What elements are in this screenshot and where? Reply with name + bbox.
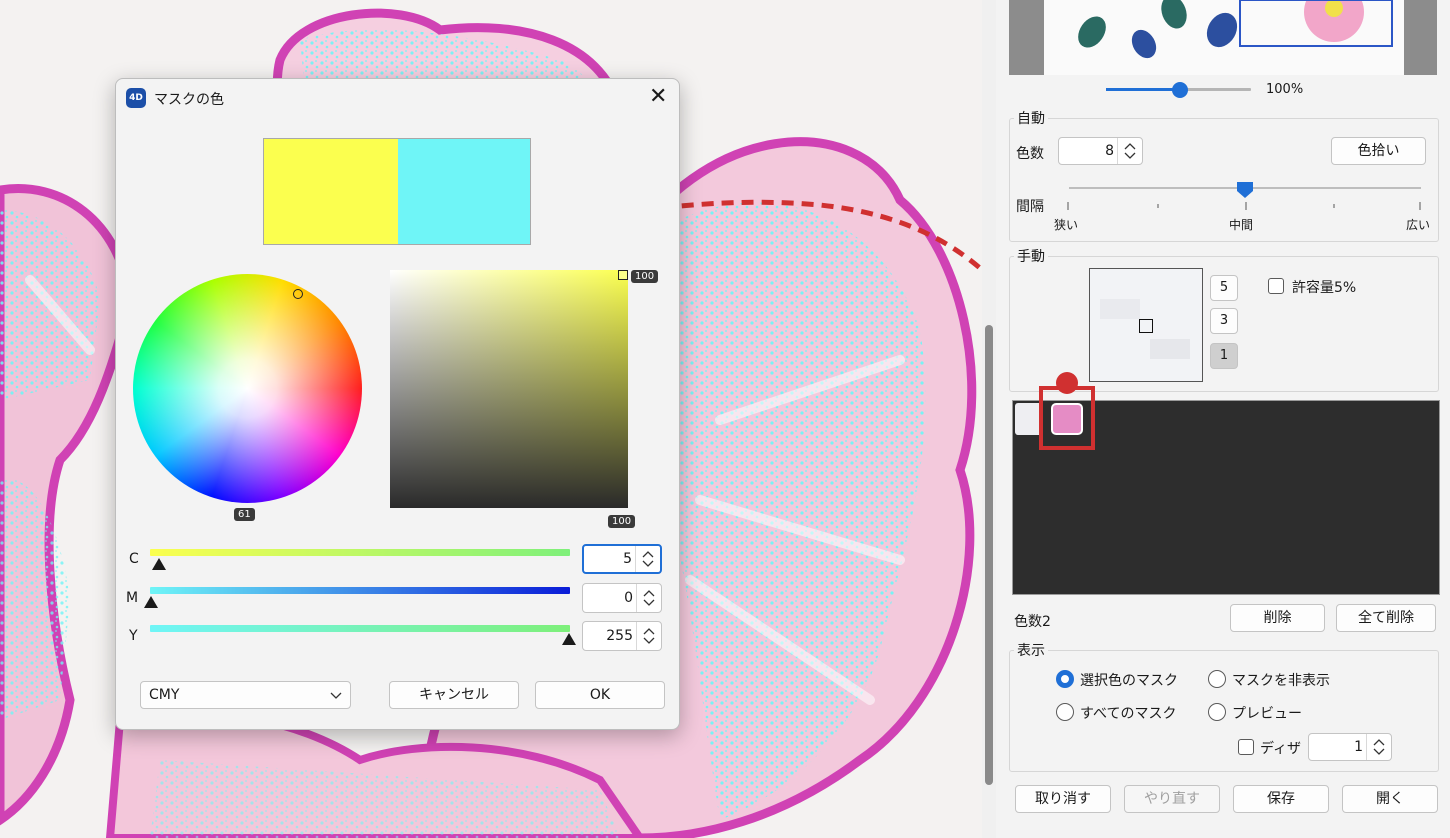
interval-tick-middle: 中間 [1229, 218, 1254, 232]
interval-tick-wide: 広い [1406, 218, 1431, 232]
radio-selected-mask-label: 選択色のマスク [1080, 673, 1178, 689]
radio-all-masks-label: すべてのマスク [1080, 706, 1177, 722]
sv-value-top-tag: 100 [631, 270, 659, 283]
y-value-stepper[interactable]: 255 [582, 621, 662, 651]
radio-all-masks[interactable] [1056, 703, 1074, 721]
display-group-title: 表示 [1014, 640, 1048, 660]
undo-button[interactable]: 取り消す [1015, 785, 1111, 813]
color-mode-select[interactable]: CMY [140, 681, 351, 709]
color-count-label: 色数 [1016, 146, 1044, 162]
preview-leaf-icons [1078, 0, 1393, 59]
sv-square-handle[interactable] [618, 270, 628, 280]
dither-label: ディザ [1260, 741, 1302, 757]
swatch-highlight-box [1039, 386, 1095, 450]
interval-label: 間隔 [1016, 199, 1044, 215]
zoom-value: 100% [1266, 82, 1304, 97]
zoom-slider-thumb[interactable] [1172, 82, 1188, 98]
y-slider[interactable] [150, 625, 570, 632]
stepper-arrows-icon[interactable] [636, 622, 661, 650]
sv-value-bottom-tag: 100 [608, 515, 636, 528]
dialog-title: マスクの色 [154, 92, 224, 108]
pixel-sampler[interactable] [1089, 268, 1203, 382]
preview-thumbnail[interactable] [1009, 0, 1437, 75]
stepper-arrows-icon[interactable] [1366, 734, 1391, 760]
tolerance-label: 許容量5% [1292, 280, 1357, 296]
ok-button[interactable]: OK [535, 681, 665, 709]
hue-wheel-handle[interactable] [293, 289, 303, 299]
callout-dot [1056, 372, 1078, 394]
color-mode-value: CMY [149, 687, 180, 703]
pick-color-button[interactable]: 色拾い [1331, 137, 1426, 165]
mask-panel: 100% 自動 色数 8 色拾い 間隔 狭い 中間 広い 手動 5 3 1 許容… [996, 0, 1450, 838]
radio-preview[interactable] [1208, 703, 1226, 721]
radio-selected-mask[interactable] [1056, 670, 1074, 688]
sampler-size-1-button[interactable]: 1 [1210, 343, 1238, 369]
manual-group-title: 手動 [1014, 246, 1048, 266]
dither-checkbox[interactable] [1238, 739, 1254, 755]
color-count-value: 8 [1105, 143, 1114, 159]
interval-ticks [1067, 202, 1421, 210]
stepper-arrows-icon[interactable] [635, 546, 660, 572]
delete-all-colors-button[interactable]: 全て削除 [1336, 604, 1436, 632]
stepper-arrows-icon[interactable] [636, 584, 661, 612]
redo-button[interactable]: やり直す [1124, 785, 1220, 813]
color-count-stepper[interactable]: 8 [1058, 137, 1143, 165]
m-value-stepper[interactable]: 0 [582, 583, 662, 613]
m-slider-label: M [126, 590, 139, 606]
mask-color-dialog: 4D マスクの色 ✕ 61 100 100 C 5 M 0 Y 255 CMY … [115, 78, 680, 730]
dither-value: 1 [1354, 739, 1363, 755]
hue-value-tag: 61 [234, 508, 255, 521]
canvas-scrollbar-thumb[interactable] [985, 325, 993, 785]
c-value-stepper[interactable]: 5 [582, 544, 662, 574]
close-icon[interactable]: ✕ [649, 85, 667, 109]
radio-hide-mask[interactable] [1208, 670, 1226, 688]
app-logo-icon: 4D [126, 88, 146, 108]
dither-stepper[interactable]: 1 [1308, 733, 1392, 761]
m-value: 0 [624, 590, 633, 606]
delete-color-button[interactable]: 削除 [1230, 604, 1325, 632]
new-color-swatch [264, 139, 398, 244]
old-color-swatch [398, 139, 530, 244]
palette-count-label: 色数2 [1014, 614, 1051, 630]
radio-preview-label: プレビュー [1232, 706, 1302, 722]
save-button[interactable]: 保存 [1233, 785, 1329, 813]
auto-group-title: 自動 [1014, 108, 1048, 128]
sampler-cursor [1139, 319, 1153, 333]
cancel-button[interactable]: キャンセル [389, 681, 519, 709]
color-compare-preview [263, 138, 531, 245]
chevron-down-icon [330, 692, 342, 699]
c-slider-label: C [129, 551, 139, 567]
m-slider[interactable] [150, 587, 570, 594]
c-value: 5 [623, 551, 632, 567]
open-button[interactable]: 開く [1342, 785, 1438, 813]
sampler-size-5-button[interactable]: 5 [1210, 275, 1238, 301]
interval-slider-thumb[interactable] [1236, 181, 1254, 199]
sampler-size-3-button[interactable]: 3 [1210, 308, 1238, 334]
saturation-value-square[interactable] [390, 270, 628, 508]
hue-wheel[interactable] [133, 274, 362, 503]
c-slider[interactable] [150, 549, 570, 556]
interval-tick-narrow: 狭い [1054, 218, 1079, 232]
y-slider-thumb[interactable] [562, 633, 576, 645]
y-value: 255 [606, 628, 633, 644]
stepper-arrows-icon[interactable] [1117, 138, 1142, 164]
zoom-slider-fill [1106, 88, 1180, 91]
radio-hide-mask-label: マスクを非表示 [1232, 673, 1330, 689]
m-slider-thumb[interactable] [144, 596, 158, 608]
y-slider-label: Y [129, 628, 138, 644]
tolerance-checkbox[interactable] [1268, 278, 1284, 294]
c-slider-thumb[interactable] [152, 558, 166, 570]
